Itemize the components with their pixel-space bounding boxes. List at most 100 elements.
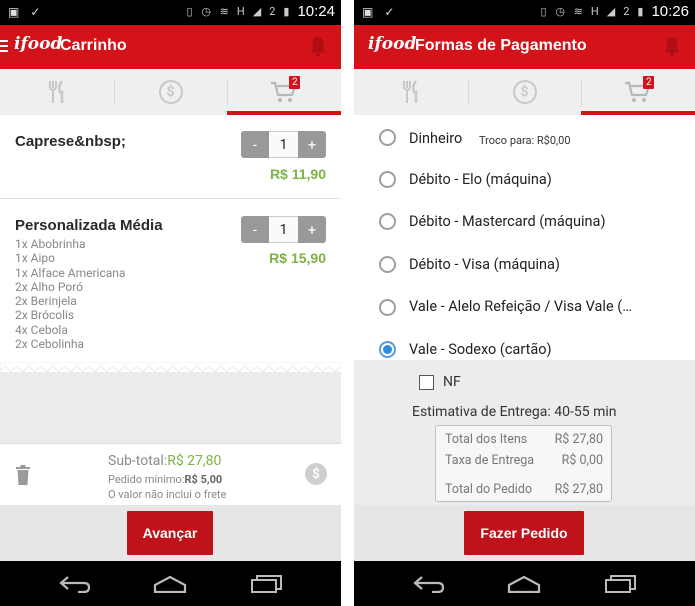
total-label: Total dos Itens	[445, 432, 528, 447]
back-icon[interactable]	[58, 575, 92, 593]
change-for[interactable]: Troco para: R$0,00	[479, 134, 571, 147]
fork-knife-icon	[402, 80, 418, 103]
ingredient: 1x Alface Americana	[15, 265, 126, 280]
payment-option-vale-alelo[interactable]: Vale - Alelo Refeição / Visa Vale (…	[354, 287, 695, 329]
total-row: Taxa de Entrega R$ 0,00	[445, 453, 603, 468]
trash-icon[interactable]	[15, 464, 31, 486]
system-icons: ▯ ◷ ≋	[186, 5, 232, 18]
home-icon[interactable]	[507, 575, 541, 593]
radio-button-selected[interactable]	[379, 341, 396, 358]
subtotal: Sub-total:R$ 27,80	[108, 453, 221, 469]
system-icons: ▯ ◷ ≋	[540, 5, 586, 18]
payment-label: Vale - Alelo Refeição / Visa Vale (…	[409, 298, 632, 315]
tab-payment[interactable]: $	[467, 69, 582, 115]
order-summary: Sub-total:R$ 27,80 Pedido mínimo:R$ 5,00…	[0, 443, 341, 505]
place-order-button[interactable]: Fazer Pedido	[464, 511, 584, 555]
shipping-note: O valor não inclui o frete	[108, 488, 227, 501]
recent-apps-icon[interactable]	[250, 575, 284, 593]
status-bar: ▣ ✓ ▯ ◷ ≋ H ◢ 2 ▮ 10:26	[354, 0, 695, 25]
battery-icon: ▮	[283, 5, 293, 18]
quantity-stepper: - 1 +	[241, 131, 326, 158]
decrement-button[interactable]: -	[241, 131, 269, 158]
receipt-background	[0, 372, 341, 443]
bell-icon[interactable]	[663, 35, 681, 57]
quantity-value: 1	[269, 216, 298, 243]
page-title: Carrinho	[60, 37, 127, 54]
total-row: Total dos Itens R$ 27,80	[445, 432, 603, 447]
sim-number: 2	[269, 5, 279, 18]
subtotal-label: Sub-total:	[108, 453, 168, 469]
radio-button[interactable]	[379, 213, 396, 230]
nf-label: NF	[443, 374, 461, 390]
increment-button[interactable]: +	[298, 216, 326, 243]
payment-option-cash[interactable]: Dinheiro Troco para: R$0,00	[354, 117, 695, 159]
estimate-label: Estimativa de Entrega:	[412, 404, 551, 420]
signal-icon: ◢	[252, 5, 265, 18]
status-right: ▯ ◷ ≋ H ◢ 2 ▮ 10:24	[187, 3, 335, 20]
notification-icons: ▣ ✓	[362, 5, 399, 19]
drawer-icon[interactable]	[0, 40, 8, 52]
payment-option-debit-visa[interactable]: Débito - Visa (máquina)	[354, 244, 695, 286]
screen-gap	[341, 0, 354, 606]
back-icon[interactable]	[412, 575, 446, 593]
decrement-button[interactable]: -	[241, 216, 269, 243]
radio-button[interactable]	[379, 256, 396, 273]
payment-screen: ▣ ✓ ▯ ◷ ≋ H ◢ 2 ▮ 10:26 ifood Formas de …	[354, 0, 695, 606]
battery-icon: ▮	[637, 5, 647, 18]
radio-button[interactable]	[379, 171, 396, 188]
item-name: Caprese&nbsp;	[15, 133, 126, 150]
total-value: R$ 27,80	[554, 482, 603, 497]
app-bar: ifood Formas de Pagamento	[354, 25, 695, 69]
total-label: Total do Pedido	[445, 482, 532, 497]
bell-icon[interactable]	[309, 35, 327, 57]
nf-checkbox[interactable]	[419, 375, 434, 390]
quantity-value: 1	[269, 131, 298, 158]
minimum-order-value: R$ 5,00	[184, 473, 223, 486]
total-value: R$ 0,00	[561, 453, 603, 468]
recent-apps-icon[interactable]	[604, 575, 638, 593]
tab-menu[interactable]	[0, 69, 114, 115]
payment-label: Débito - Mastercard (máquina)	[409, 213, 606, 230]
tab-bar: $ 2	[0, 69, 341, 115]
totals-box: Total dos Itens R$ 27,80 Taxa de Entrega…	[435, 425, 612, 502]
payment-label: Débito - Visa (máquina)	[409, 256, 560, 273]
fork-knife-icon	[48, 80, 64, 103]
status-right: ▯ ◷ ≋ H ◢ 2 ▮ 10:26	[541, 3, 689, 20]
minimum-order-label: Pedido mínimo:	[108, 473, 185, 486]
ingredient: 2x Brócolis	[15, 308, 75, 323]
increment-button[interactable]: +	[298, 131, 326, 158]
home-icon[interactable]	[153, 575, 187, 593]
radio-button[interactable]	[379, 299, 396, 316]
status-bar: ▣ ✓ ▯ ◷ ≋ H ◢ 2 ▮ 10:24	[0, 0, 341, 25]
money-icon: $	[158, 80, 183, 104]
minimum-order: Pedido mínimo:R$ 5,00	[108, 473, 222, 486]
change-value: R$0,00	[536, 134, 571, 147]
tab-cart[interactable]: 2	[581, 69, 695, 115]
network-type: H	[236, 5, 248, 18]
tab-cart[interactable]: 2	[227, 69, 341, 115]
cart-badge: 2	[289, 76, 301, 89]
ingredient: 2x Cebolinha	[15, 337, 85, 352]
payment-label: Débito - Elo (máquina)	[409, 171, 552, 188]
payment-option-debit-mastercard[interactable]: Débito - Mastercard (máquina)	[354, 201, 695, 243]
action-area: Fazer Pedido	[354, 505, 695, 561]
sim-number: 2	[623, 5, 633, 18]
tab-payment[interactable]: $	[113, 69, 228, 115]
app-bar: ifood Carrinho	[0, 25, 341, 69]
order-details: NF Estimativa de Entrega: 40-55 min Tota…	[354, 360, 695, 506]
payment-label: Vale - Sodexo (cartão)	[409, 341, 552, 358]
payment-option-debit-elo[interactable]: Débito - Elo (máquina)	[354, 159, 695, 201]
receipt-edge	[0, 362, 341, 373]
subtotal-value: R$ 27,80	[167, 453, 222, 469]
total-row: Total do Pedido R$ 27,80	[445, 482, 603, 497]
ingredient: 4x Cebola	[15, 322, 68, 337]
advance-button[interactable]: Avançar	[127, 511, 213, 555]
delivery-estimate: Estimativa de Entrega: 40-55 min	[412, 404, 617, 420]
money-icon: $	[512, 80, 537, 104]
ifood-logo: ifood	[14, 34, 63, 54]
signal-icon: ◢	[606, 5, 619, 18]
action-area: Avançar	[0, 505, 341, 561]
android-nav-bar	[354, 561, 695, 606]
radio-button[interactable]	[379, 129, 396, 146]
tab-menu[interactable]	[354, 69, 468, 115]
